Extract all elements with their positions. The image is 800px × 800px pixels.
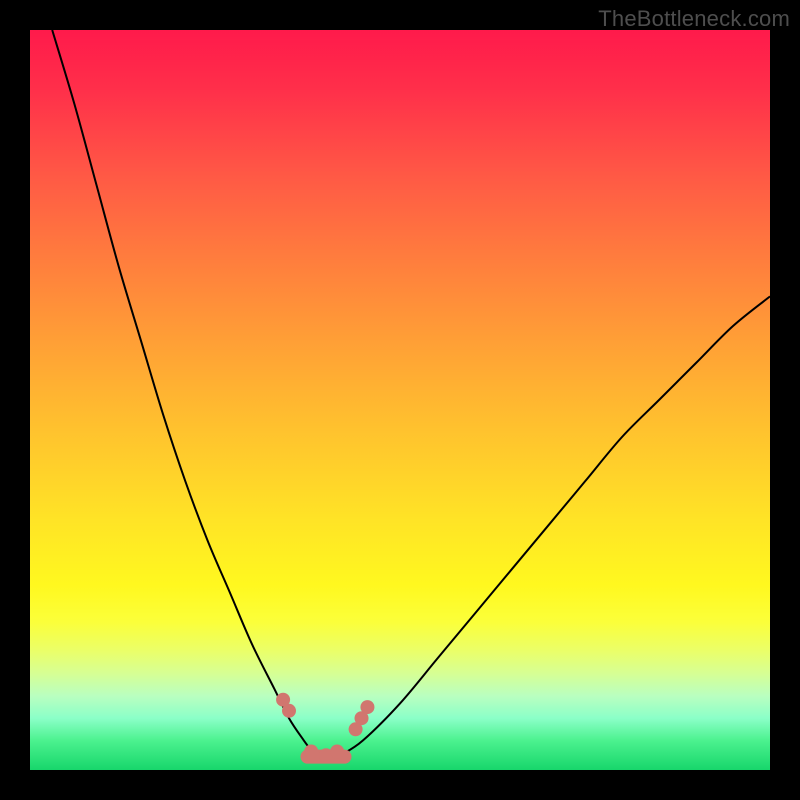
right-curve <box>341 296 770 755</box>
marker-dot <box>282 704 296 718</box>
marker-dot <box>330 745 344 759</box>
plot-area <box>30 30 770 770</box>
marker-dot <box>304 745 318 759</box>
highlight-markers <box>276 693 374 763</box>
watermark-text: TheBottleneck.com <box>598 6 790 32</box>
chart-svg <box>30 30 770 770</box>
outer-frame: TheBottleneck.com <box>0 0 800 800</box>
left-curve <box>52 30 315 755</box>
marker-dot <box>360 700 374 714</box>
